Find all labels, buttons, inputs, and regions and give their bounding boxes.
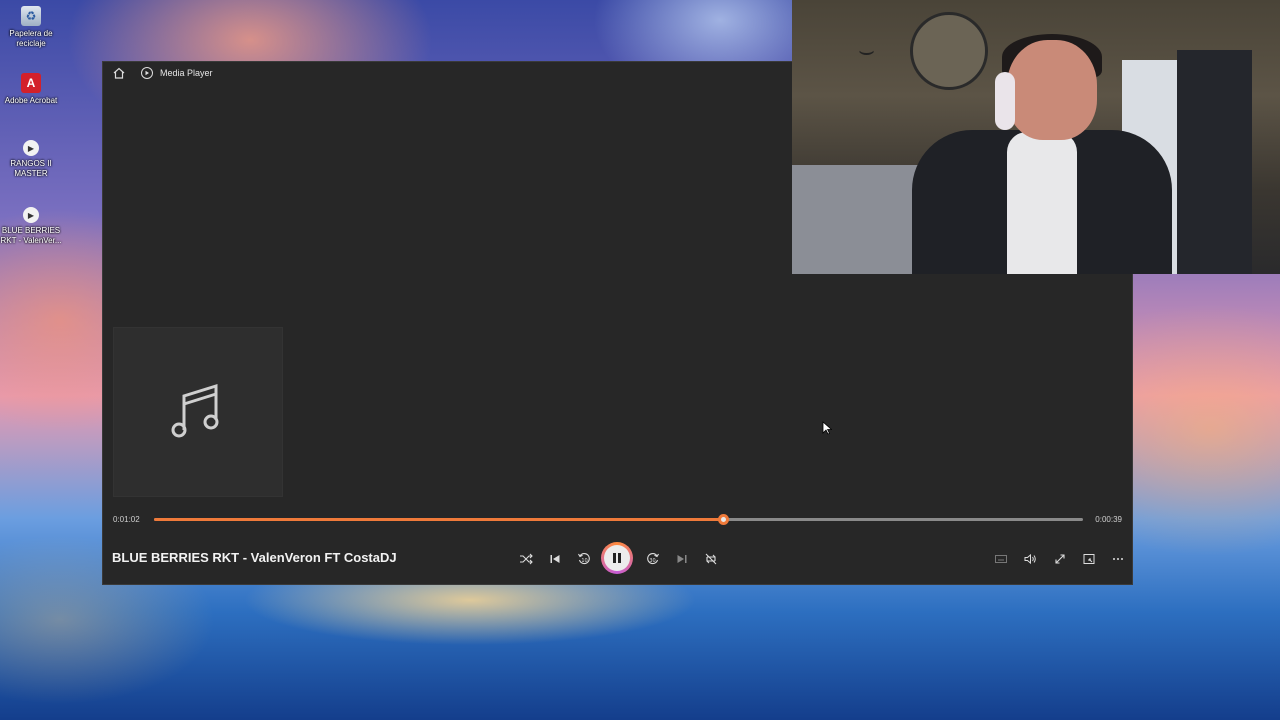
mouse-cursor-icon	[822, 421, 832, 435]
desktop-icon-recycle-bin[interactable]: ♻ Papelera de reciclaje	[2, 6, 60, 49]
next-icon	[677, 555, 687, 563]
volume-icon	[1024, 553, 1036, 565]
expand-icon	[1055, 554, 1065, 564]
music-note-icon	[171, 383, 219, 438]
play-pause-button[interactable]	[601, 542, 633, 574]
fullscreen-button[interactable]	[1049, 548, 1071, 570]
more-icon	[1113, 558, 1123, 560]
repeat-button[interactable]	[700, 548, 722, 570]
more-options-button[interactable]	[1107, 548, 1129, 570]
skip-back-button[interactable]: 10	[573, 548, 595, 570]
desktop-icon-label: Papelera de reciclaje	[9, 29, 53, 48]
person-shirt	[1007, 132, 1077, 274]
desktop-icon-label: RANGOS II MASTER	[10, 159, 52, 178]
media-file-icon: ▶	[23, 140, 39, 156]
app-title: Media Player	[160, 68, 213, 78]
captions-button[interactable]	[990, 548, 1012, 570]
remaining-time: 0:00:39	[1095, 515, 1122, 524]
previous-icon	[550, 555, 560, 563]
desktop-icon-label: BLUE BERRIES RKT - ValenVer...	[0, 226, 62, 245]
skip-back-10-icon: 10	[578, 553, 590, 565]
title-bar: Media Player	[103, 62, 793, 84]
repeat-off-icon	[705, 553, 717, 565]
webcam-overlay: ⌣	[792, 0, 1280, 274]
skip-back-seconds: 10	[581, 558, 587, 564]
seek-bar[interactable]	[154, 514, 1083, 525]
captions-icon	[995, 555, 1007, 563]
door	[1177, 50, 1252, 274]
person-head	[1007, 40, 1097, 140]
media-file-icon: ▶	[23, 207, 39, 223]
home-icon[interactable]	[112, 66, 126, 80]
volume-button[interactable]	[1019, 548, 1041, 570]
skip-forward-seconds: 30	[649, 558, 655, 564]
next-button[interactable]	[671, 548, 693, 570]
skip-forward-button[interactable]: 30	[642, 548, 664, 570]
pdf-icon: A	[21, 73, 41, 93]
elapsed-time: 0:01:02	[113, 515, 140, 524]
wall-smiley-decoration: ⌣	[858, 36, 876, 66]
mini-player-icon	[1083, 554, 1095, 564]
pause-icon	[613, 553, 621, 563]
shuffle-button[interactable]	[515, 548, 537, 570]
media-player-app-icon	[141, 67, 153, 79]
seek-bar-thumb[interactable]	[717, 514, 729, 525]
skip-forward-30-icon: 30	[647, 553, 659, 565]
mini-player-button[interactable]	[1078, 548, 1100, 570]
desktop-icon-label: Adobe Acrobat	[4, 96, 58, 105]
previous-button[interactable]	[544, 548, 566, 570]
headset	[995, 72, 1015, 130]
seek-bar-fill	[154, 518, 723, 521]
desktop-icon-blue-berries[interactable]: ▶ BLUE BERRIES RKT - ValenVer...	[0, 207, 62, 246]
desktop-icon-adobe-acrobat[interactable]: A Adobe Acrobat	[2, 73, 60, 106]
recycle-bin-icon: ♻	[21, 6, 41, 26]
wall-mirror	[910, 12, 988, 90]
desktop-icon-rangos-master[interactable]: ▶ RANGOS II MASTER	[2, 140, 60, 179]
album-art-placeholder	[113, 327, 283, 497]
shuffle-icon	[520, 553, 533, 565]
song-title: BLUE BERRIES RKT - ValenVeron FT CostaDJ	[112, 550, 397, 565]
